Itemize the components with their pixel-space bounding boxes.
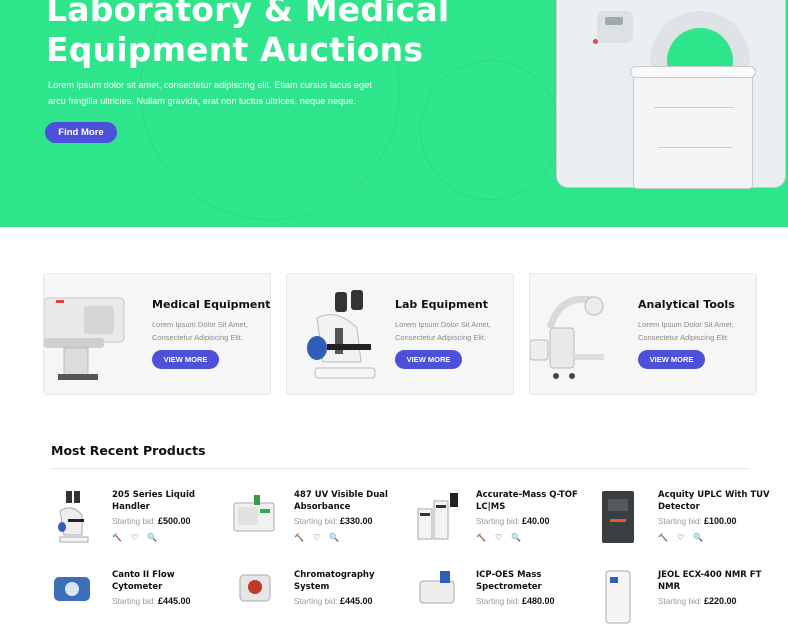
product-thumbnail [54, 577, 90, 601]
product-thumbnail [605, 570, 631, 624]
zoom-icon[interactable]: 🔍 [511, 533, 521, 543]
hammer-icon[interactable]: 🔨 [112, 533, 122, 543]
product-bid: Starting bid: £445.00 [294, 596, 373, 606]
find-more-button[interactable]: Find More [45, 122, 117, 143]
category-description: Lorem Ipsum Dolor Sit Amet, Consectetur … [395, 320, 491, 342]
category-card-analytical: Analytical Tools Lorem Ipsum Dolor Sit A… [529, 273, 757, 395]
product-thumbnail [602, 491, 634, 543]
product-actions: 🔨 ♡ 🔍 [112, 533, 157, 543]
product-name[interactable]: JEOL ECX-400 NMR FT NMR [658, 569, 770, 593]
product-actions: 🔨 ♡ 🔍 [294, 533, 339, 543]
heart-icon[interactable]: ♡ [313, 533, 320, 543]
product-bid: Starting bid: £445.00 [112, 596, 191, 606]
product-price: £445.00 [339, 596, 373, 606]
microscope-image [307, 290, 376, 379]
view-more-button[interactable]: VIEW MORE [638, 350, 705, 369]
mri-indicator-light [593, 39, 598, 44]
mri-patient-table [630, 66, 756, 189]
heart-icon[interactable]: ♡ [131, 533, 138, 543]
zoom-icon[interactable]: 🔍 [693, 533, 703, 543]
product-price: £40.00 [521, 516, 550, 526]
product-card[interactable]: Chromatography System Starting bid: £445… [232, 569, 412, 639]
medical-equipment-image [44, 297, 125, 380]
category-card-medical: Medical Equipment Lorem Ipsum Dolor Sit … [43, 273, 271, 395]
product-price: £480.00 [521, 596, 555, 606]
product-name[interactable]: Chromatography System [294, 569, 406, 593]
product-actions: 🔨 ♡ 🔍 [658, 533, 703, 543]
hero-title-line1: Laboratory & Medical [46, 0, 450, 29]
hero-desc-line2: arcu fringilla ultricies. Nullam gravida… [48, 96, 356, 106]
product-thumbnail [58, 491, 89, 543]
product-bid: Starting bid: £330.00 [294, 516, 373, 526]
product-thumbnail [417, 493, 458, 540]
heart-icon[interactable]: ♡ [495, 533, 502, 543]
category-description: Lorem Ipsum Dolor Sit Amet, Consectetur … [152, 320, 248, 342]
category-title: Lab Equipment [395, 298, 489, 311]
product-card[interactable]: Accurate-Mass Q-TOF LC|MS Starting bid: … [414, 489, 594, 559]
hero-title: Laboratory & Medical Equipment Auctions [46, 0, 546, 70]
category-card-lab: Lab Equipment Lorem Ipsum Dolor Sit Amet… [286, 273, 514, 395]
product-thumbnail [233, 495, 275, 532]
hammer-icon[interactable]: 🔨 [476, 533, 486, 543]
product-bid: Starting bid: £500.00 [112, 516, 191, 526]
hero-description: Lorem ipsum dolor sit amet, consectetur … [48, 77, 388, 109]
heart-icon[interactable]: ♡ [677, 533, 684, 543]
hammer-icon[interactable]: 🔨 [294, 533, 304, 543]
hero-title-line2: Equipment Auctions [46, 30, 424, 69]
product-bid: Starting bid: £220.00 [658, 596, 737, 606]
product-price: £445.00 [157, 596, 191, 606]
product-name[interactable]: 487 UV Visible Dual Absorbance [294, 489, 406, 513]
category-title: Analytical Tools [638, 298, 735, 311]
product-bid: Starting bid: £100.00 [658, 516, 737, 526]
product-actions: 🔨 ♡ 🔍 [476, 533, 521, 543]
product-name[interactable]: Accurate-Mass Q-TOF LC|MS [476, 489, 588, 513]
product-card[interactable]: 205 Series Liquid Handler Starting bid: … [50, 489, 230, 559]
product-card[interactable]: JEOL ECX-400 NMR FT NMR Starting bid: £2… [596, 569, 776, 639]
product-name[interactable]: 205 Series Liquid Handler [112, 489, 224, 513]
view-more-button[interactable]: VIEW MORE [152, 350, 219, 369]
product-name[interactable]: Acquity UPLC With TUV Detector [658, 489, 770, 513]
hero-desc-line1: Lorem ipsum dolor sit amet, consectetur … [48, 80, 372, 90]
zoom-icon[interactable]: 🔍 [147, 533, 157, 543]
recent-products-heading: Most Recent Products [51, 443, 206, 458]
product-bid: Starting bid: £40.00 [476, 516, 550, 526]
product-price: £500.00 [157, 516, 191, 526]
hammer-icon[interactable]: 🔨 [658, 533, 668, 543]
category-title: Medical Equipment [152, 298, 271, 311]
product-price: £220.00 [703, 596, 737, 606]
section-divider [51, 468, 749, 469]
product-card[interactable]: 487 UV Visible Dual Absorbance Starting … [232, 489, 412, 559]
product-price: £330.00 [339, 516, 373, 526]
view-more-button[interactable]: VIEW MORE [395, 350, 462, 369]
product-name[interactable]: Canto II Flow Cytometer [112, 569, 224, 593]
hero-decoration [420, 60, 560, 200]
zoom-icon[interactable]: 🔍 [329, 533, 339, 543]
category-description: Lorem Ipsum Dolor Sit Amet, Consectetur … [638, 320, 734, 342]
product-thumbnail [239, 574, 271, 602]
product-bid: Starting bid: £480.00 [476, 596, 555, 606]
c-arm-image [530, 295, 604, 379]
product-name[interactable]: ICP-OES Mass Spectrometer [476, 569, 588, 593]
mri-control-panel [597, 11, 633, 43]
product-card[interactable]: Acquity UPLC With TUV Detector Starting … [596, 489, 776, 559]
product-price: £100.00 [703, 516, 737, 526]
product-thumbnail [419, 571, 455, 604]
mri-scanner-image [556, 0, 786, 189]
product-card[interactable]: Canto II Flow Cytometer Starting bid: £4… [50, 569, 230, 639]
product-card[interactable]: ICP-OES Mass Spectrometer Starting bid: … [414, 569, 594, 639]
hero-banner: Laboratory & Medical Equipment Auctions … [0, 0, 788, 227]
